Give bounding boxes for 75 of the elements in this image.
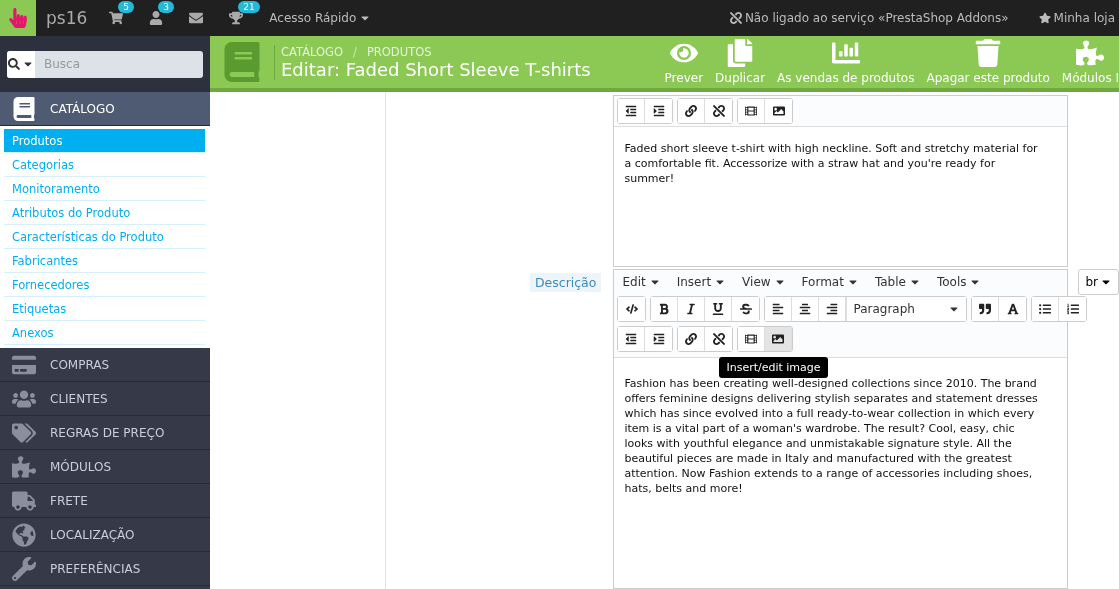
editor-menu[interactable]: Table <box>874 275 921 289</box>
search-button[interactable] <box>7 50 35 78</box>
outdent-icon <box>625 333 638 345</box>
quick-access-menu[interactable]: Acesso Rápido <box>269 11 372 25</box>
outdent-icon <box>625 105 638 117</box>
count-badge: 3 <box>158 1 174 13</box>
editor-menu[interactable]: View <box>742 275 786 289</box>
link-button[interactable] <box>678 327 706 351</box>
field-label: Descrição <box>529 273 602 292</box>
editor-menu[interactable]: Edit <box>622 275 661 289</box>
bullet-list-icon <box>1039 303 1052 315</box>
shop-name[interactable]: ps16 <box>46 8 88 28</box>
text-color-icon <box>1006 303 1019 315</box>
bold-icon <box>658 303 671 315</box>
bold-button[interactable] <box>651 297 679 321</box>
unlink-icon <box>712 333 725 345</box>
editor-menu[interactable]: Format <box>801 275 859 289</box>
indent-icon <box>652 333 665 345</box>
link-button[interactable] <box>678 99 706 123</box>
globe-icon <box>12 522 36 547</box>
format-select[interactable]: Paragraph <box>846 297 967 321</box>
align-left-icon <box>772 303 785 315</box>
search-icon <box>8 58 20 70</box>
tooltip: Insert/edit image <box>719 357 828 378</box>
breadcrumb-separator: / <box>353 44 357 59</box>
underline-icon <box>712 303 725 315</box>
wrench-icon <box>12 556 36 581</box>
truck-icon <box>12 488 36 513</box>
trophy-icon[interactable] <box>229 11 244 25</box>
numbered-list-icon <box>1066 303 1079 315</box>
bullet-list-button[interactable] <box>1032 297 1060 321</box>
broken-link-icon <box>729 12 742 24</box>
blockquote-button[interactable] <box>972 297 1000 321</box>
video-button[interactable] <box>738 327 766 351</box>
link-icon <box>685 105 698 117</box>
page-title: Editar: Faded Short Sleeve T-shirts <box>281 58 592 80</box>
blockquote-icon <box>979 303 992 315</box>
video-icon <box>745 105 758 117</box>
image-icon <box>772 333 785 345</box>
copy-icon <box>726 39 755 67</box>
puzzle-icon <box>12 454 36 479</box>
trash-icon <box>974 39 1003 67</box>
editor-menu[interactable]: Insert <box>676 275 727 289</box>
user-icon[interactable] <box>149 11 164 25</box>
image-icon <box>772 105 785 117</box>
sidebar-item[interactable]: CATÁLOGO <box>0 92 210 126</box>
video-icon <box>745 333 758 345</box>
video-button[interactable] <box>738 99 766 123</box>
source-code-icon <box>625 303 638 315</box>
editor-menu[interactable]: Tools <box>936 275 982 289</box>
language-dropdown[interactable]: br <box>1078 269 1119 295</box>
count-badge: 5 <box>118 1 134 13</box>
outdent-button[interactable] <box>618 327 646 351</box>
puzzle-icon <box>1076 39 1105 67</box>
short-description-text[interactable]: Faded short sleeve t-shirt with high neckline. Soft and stretchy material for a comfortable fit. Accessorize with a straw hat and you're ready for summer! <box>614 126 1068 266</box>
strikethrough-icon <box>739 303 752 315</box>
my-shop-link[interactable]: Minha loja <box>1038 11 1115 25</box>
tags-icon <box>12 420 36 445</box>
book-icon <box>222 42 262 82</box>
align-right-icon <box>826 303 839 315</box>
link-icon <box>685 333 698 345</box>
image-button[interactable] <box>765 327 793 351</box>
align-center-icon <box>799 303 812 315</box>
unlink-icon <box>712 105 725 117</box>
book-icon <box>12 96 36 121</box>
count-badge: 21 <box>238 1 260 13</box>
source-code-button[interactable] <box>618 297 646 321</box>
mail-icon[interactable] <box>189 11 204 25</box>
outdent-button[interactable] <box>618 99 646 123</box>
indent-icon <box>652 105 665 117</box>
cart-icon[interactable] <box>109 11 124 25</box>
italic-icon <box>685 303 698 315</box>
align-left-button[interactable] <box>765 297 793 321</box>
star-icon <box>1038 12 1051 24</box>
addons-link[interactable]: Não ligado ao serviço «PrestaShop Addons» <box>729 11 1009 25</box>
